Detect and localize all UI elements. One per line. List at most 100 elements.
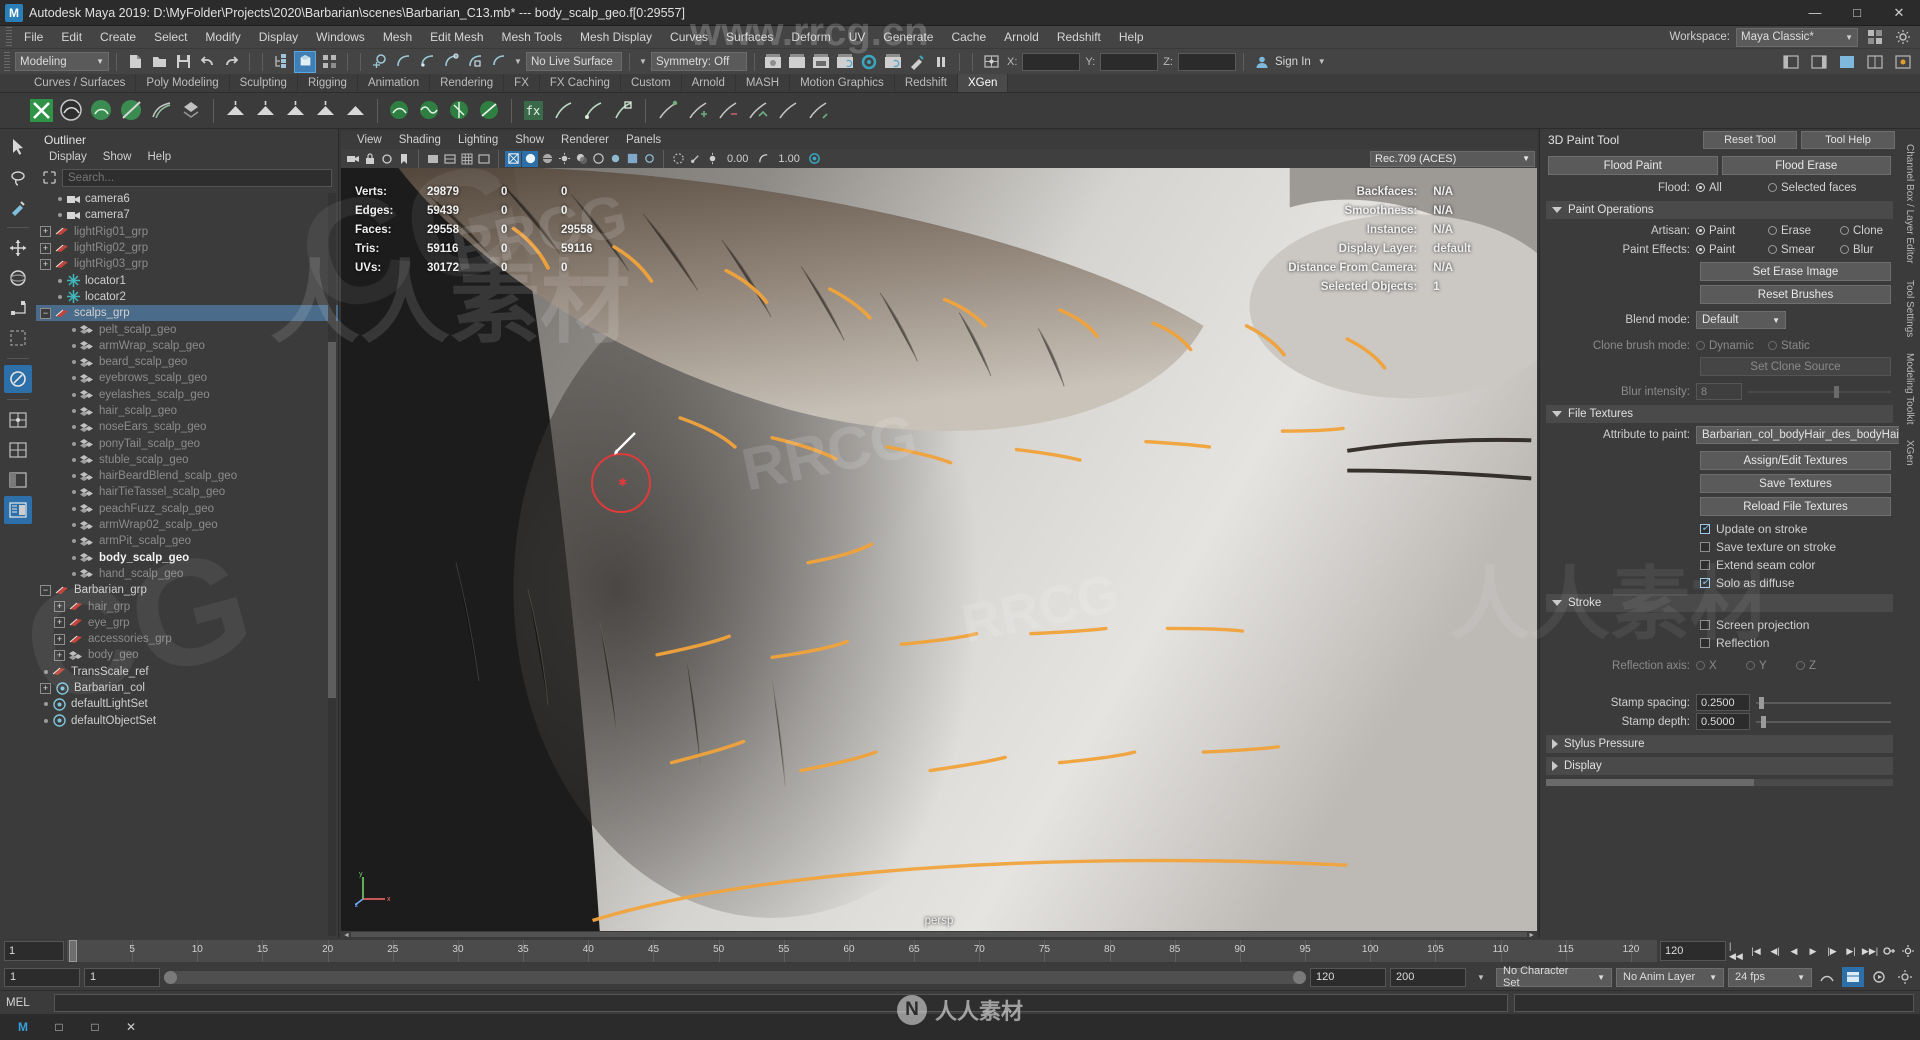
blur-intensity-field[interactable]: 8 [1696, 383, 1742, 400]
camera-attributes-icon[interactable] [379, 151, 395, 167]
smooth-shade-all-icon[interactable] [522, 150, 538, 167]
outliner-item-armwrap-scalp-geo[interactable]: armWrap_scalp_geo [36, 338, 338, 354]
clone-brush-option-static[interactable]: Static [1768, 340, 1840, 352]
xgen-groom-icon[interactable] [88, 97, 115, 124]
menu-item-surfaces[interactable]: Surfaces [717, 26, 782, 48]
menu-item-generate[interactable]: Generate [874, 26, 942, 48]
blend-mode-combo[interactable]: Default ▼ [1696, 311, 1786, 329]
select-by-hierarchy-button[interactable] [270, 51, 292, 73]
menu-item-uv[interactable]: UV [840, 26, 875, 48]
outliner-item-hairtietassel-scalp-geo[interactable]: hairTieTassel_scalp_geo [36, 484, 338, 500]
taskbar-close-icon[interactable]: ✕ [114, 1016, 148, 1038]
xgen-utility-icon[interactable] [550, 97, 577, 124]
chevron-down-icon[interactable]: ▼ [1313, 57, 1326, 66]
viewport-menu-renderer[interactable]: Renderer [553, 134, 617, 146]
taskbar-maya-icon[interactable]: M [6, 1016, 40, 1038]
outliner-item-eyebrows-scalp-geo[interactable]: eyebrows_scalp_geo [36, 370, 338, 386]
menu-item-modify[interactable]: Modify [196, 26, 249, 48]
expand-icon[interactable]: + [40, 682, 51, 694]
outliner-item-hair-scalp-geo[interactable]: hair_scalp_geo [36, 403, 338, 419]
menuset-combo[interactable]: Modeling ▼ [15, 52, 109, 71]
checkbox-extend-seam-color[interactable]: Extend seam color [1700, 558, 1891, 572]
shelf-tab-arnold[interactable]: Arnold [681, 74, 736, 92]
outliner-tree[interactable]: camera6 camera7 + lightRig01_grp + lightRig02… [36, 191, 338, 938]
menu-item-help[interactable]: Help [1110, 26, 1153, 48]
go-to-start-button[interactable]: |◀◀ [1729, 941, 1745, 961]
render-sequence-button[interactable] [810, 51, 832, 73]
symmetry-combo[interactable]: Symmetry: Off [651, 52, 747, 71]
shelf-tab-redshift[interactable]: Redshift [894, 74, 958, 92]
light-spot-icon[interactable] [252, 97, 279, 124]
viewport-menu-lighting[interactable]: Lighting [450, 134, 506, 146]
new-scene-button[interactable] [124, 51, 146, 73]
file-textures-section-header[interactable]: File Textures [1546, 405, 1893, 423]
xgen-guides-icon[interactable] [148, 97, 175, 124]
outliner-item-lightrig03-grp[interactable]: + lightRig03_grp [36, 256, 338, 272]
stamp-spacing-slider[interactable] [1756, 696, 1891, 710]
stamp-depth-field[interactable]: 0.5000 [1696, 713, 1750, 730]
outliner-item-camera7[interactable]: camera7 [36, 207, 338, 223]
shelf-tab-rigging[interactable]: Rigging [297, 74, 358, 92]
playblast-icon[interactable] [1868, 967, 1890, 987]
y-field[interactable] [1100, 52, 1159, 71]
character-set-combo[interactable]: No Character Set ▼ [1496, 965, 1612, 989]
anim-layer-combo[interactable]: No Anim Layer ▼ [1616, 967, 1724, 987]
render-current-frame-button[interactable] [762, 51, 784, 73]
xgen-primitive-icon[interactable] [178, 97, 205, 124]
xgen-region-icon[interactable] [580, 97, 607, 124]
flood-option-all[interactable]: All [1696, 182, 1768, 194]
attribute-combo[interactable]: Barbarian_col_bodyHair_des_bodyHair_leng… [1696, 426, 1899, 444]
four-view-layout-button[interactable] [4, 436, 32, 464]
step-forward-key-button[interactable]: ▶| [1843, 942, 1859, 960]
viewport-menu-view[interactable]: View [349, 134, 390, 146]
open-render-view-button[interactable] [834, 51, 856, 73]
depth-of-field-icon[interactable] [641, 151, 657, 167]
colorspace-combo[interactable]: Rec.709 (ACES) ▼ [1370, 150, 1535, 167]
menu-item-mesh-tools[interactable]: Mesh Tools [493, 26, 571, 48]
shaded-wireframe-icon[interactable] [539, 151, 555, 167]
menu-item-edit[interactable]: Edit [52, 26, 91, 48]
expand-icon[interactable]: + [54, 617, 65, 629]
minimize-button[interactable]: — [1794, 0, 1836, 26]
stroke-section-header[interactable]: Stroke [1546, 594, 1893, 612]
tab-channel-box-layer-editor[interactable]: Channel Box / Layer Editor [1902, 137, 1917, 271]
paint-effects-option-paint[interactable]: Paint [1696, 244, 1768, 256]
reload-file-textures-button[interactable]: Reload File Textures [1700, 497, 1891, 516]
symmetry-chevron-icon[interactable]: ▼ [637, 51, 649, 73]
tool-help-button[interactable]: Tool Help [1801, 131, 1895, 149]
toggle-panel-5-icon[interactable] [1892, 51, 1914, 73]
xgen-noise-icon[interactable] [416, 97, 443, 124]
reset-brushes-button[interactable]: Reset Brushes [1700, 285, 1891, 304]
light-point-icon[interactable] [312, 97, 339, 124]
outliner-item-defaultobjectset[interactable]: defaultObjectSet [36, 713, 338, 729]
menu-item-arnold[interactable]: Arnold [995, 26, 1048, 48]
outliner-item-pelt-scalp-geo[interactable]: pelt_scalp_geo [36, 321, 338, 337]
shelf-tab-fx[interactable]: FX [504, 74, 540, 92]
lasso-tool-button[interactable] [4, 163, 32, 191]
outliner-item-locator1[interactable]: locator1 [36, 272, 338, 288]
animation-layer-icon[interactable] [1842, 967, 1864, 987]
outliner-item-lightrig01-grp[interactable]: + lightRig01_grp [36, 224, 338, 240]
range-track[interactable] [164, 970, 1306, 984]
shelf-tab-custom[interactable]: Custom [620, 74, 682, 92]
select-by-component-button[interactable] [318, 51, 340, 73]
viewport-menu-shading[interactable]: Shading [391, 134, 449, 146]
two-d-pan-zoom-icon[interactable] [442, 151, 458, 167]
outliner-item-scalps-grp[interactable]: − scalps_grp [36, 305, 338, 322]
set-clone-source-button[interactable]: Set Clone Source [1700, 357, 1891, 376]
reflection-axis-x[interactable]: X [1696, 660, 1746, 672]
play-backwards-button[interactable]: ◀ [1786, 942, 1802, 960]
signin-icon[interactable] [1251, 51, 1273, 73]
color-management-icon[interactable] [807, 151, 823, 167]
outliner-item-camera6[interactable]: camera6 [36, 191, 338, 207]
light-volume-icon[interactable] [342, 97, 369, 124]
grid-toggle-icon[interactable] [459, 151, 475, 167]
snap-to-grid-button[interactable] [368, 51, 390, 73]
step-back-key-button[interactable]: |◀ [1748, 942, 1764, 960]
outliner-item-noseears-scalp-geo[interactable]: noseEars_scalp_geo [36, 419, 338, 435]
render-settings-button[interactable] [858, 51, 880, 73]
outliner-persp-layout-button[interactable] [4, 466, 32, 494]
close-button[interactable]: ✕ [1878, 0, 1920, 26]
make-live-button[interactable] [488, 51, 510, 73]
outliner-item-accessories-grp[interactable]: + accessories_grp [36, 631, 338, 647]
